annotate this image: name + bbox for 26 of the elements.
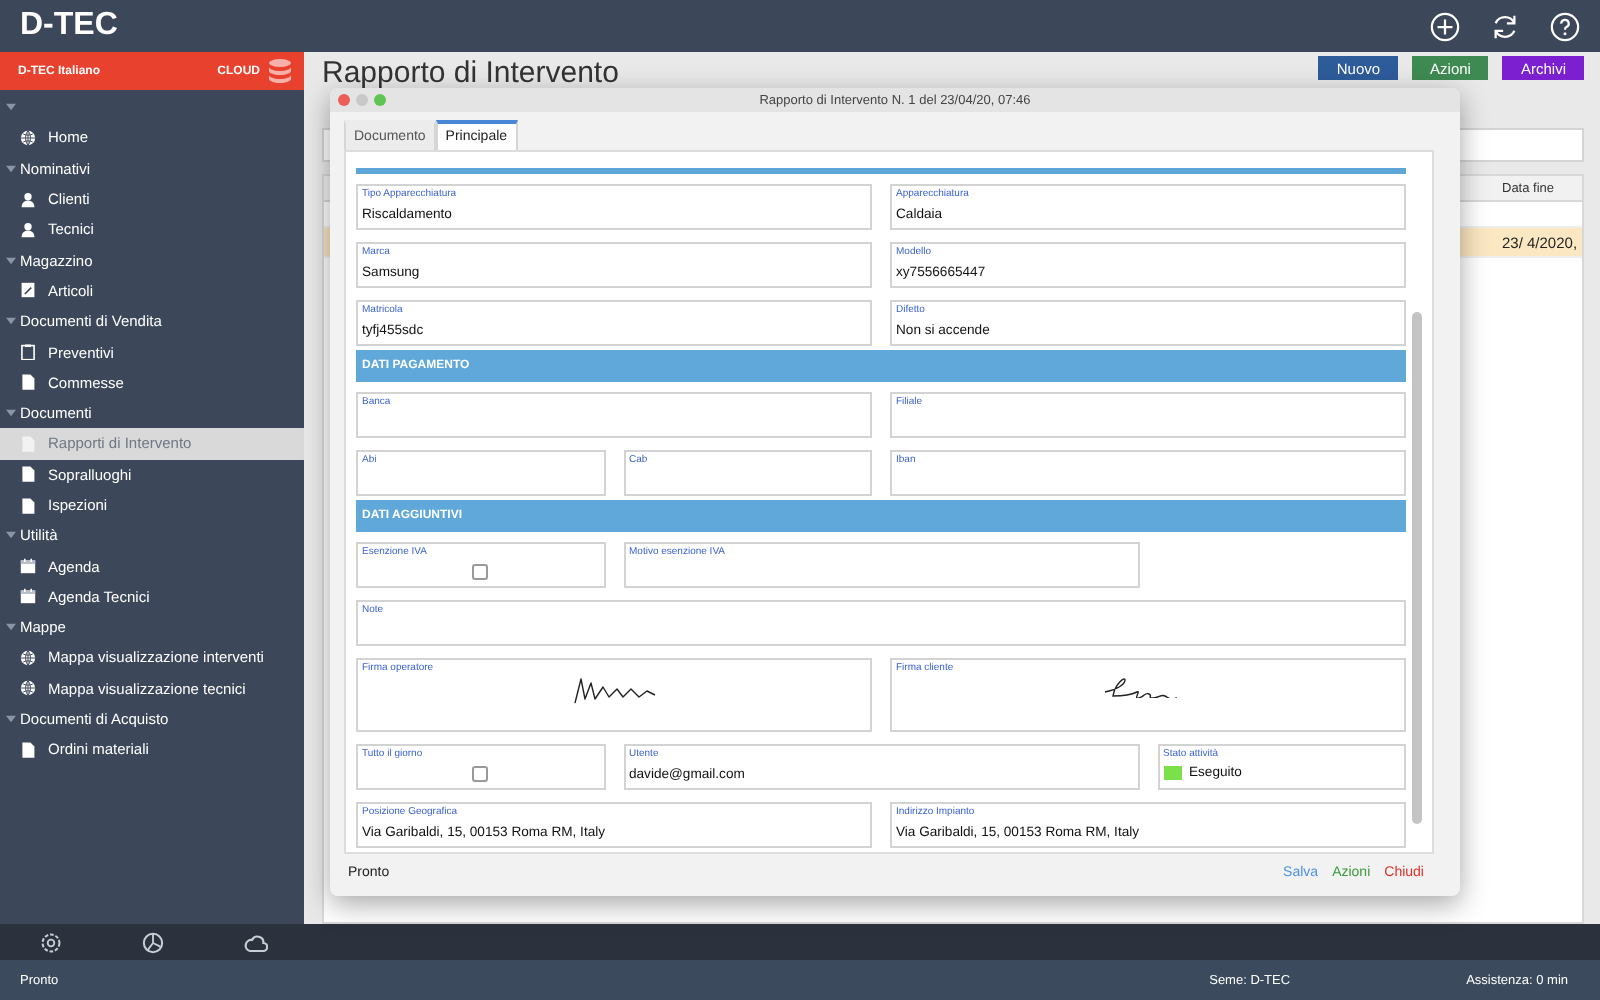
checkbox[interactable] [472,766,489,782]
calendar-icon [20,588,36,605]
document-icon [20,374,36,391]
help-icon[interactable] [1550,11,1580,41]
person-icon [20,221,36,238]
zoom-button[interactable] [374,94,386,106]
add-icon[interactable] [1430,11,1460,41]
globe-icon [20,129,36,146]
app-title: D-TEC [20,8,118,44]
signature-drawing [573,678,655,704]
person-icon [20,191,36,208]
chart-icon[interactable] [142,931,164,953]
document-icon [20,741,36,758]
pencil-document-icon [20,282,36,299]
clipboard-icon [20,344,36,361]
refresh-icon[interactable] [1490,11,1520,41]
database-icon [268,57,292,85]
calendar-icon [20,558,36,575]
globe-icon [20,649,36,666]
cloud-icon[interactable] [244,931,268,953]
globe-icon [20,680,36,697]
page-title: Rapporto di Intervento [322,56,619,90]
settings-icon[interactable] [40,931,62,953]
scrollbar-thumb[interactable] [1412,312,1422,824]
checkbox[interactable] [472,564,489,580]
close-button[interactable] [338,94,350,106]
